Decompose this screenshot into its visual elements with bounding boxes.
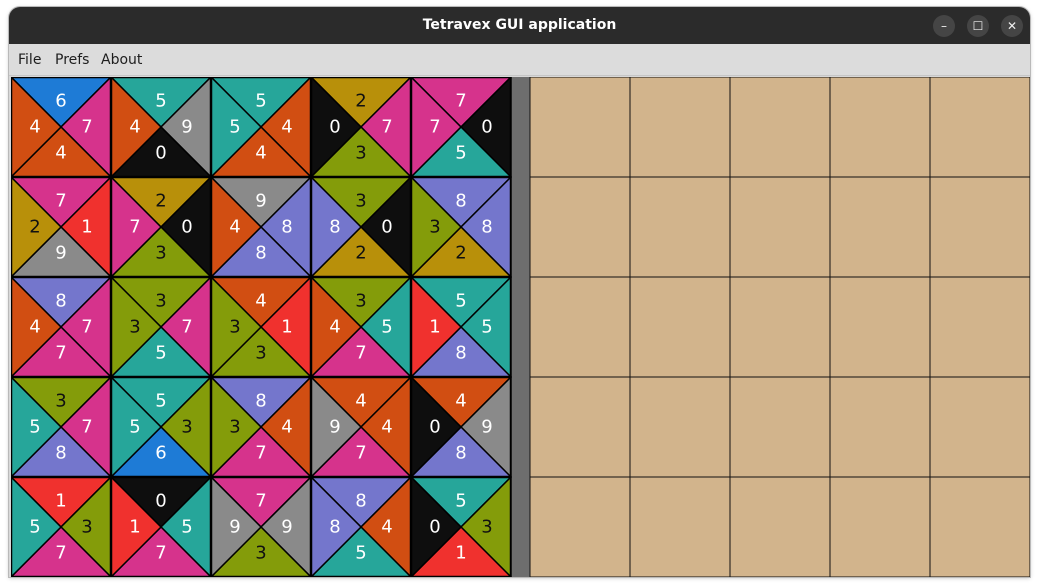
tray-slot[interactable] [830, 77, 930, 177]
puzzle-tile-r2-c4[interactable] [310, 176, 412, 278]
puzzle-tile-r5-c3[interactable] [210, 476, 312, 577]
tray-slot[interactable] [630, 477, 730, 577]
tray-slot[interactable] [930, 177, 1030, 277]
window-title: Tetravex GUI application [422, 17, 617, 33]
maximize-icon: ☐ [972, 19, 984, 33]
menu-about[interactable]: About [101, 52, 142, 68]
puzzle-tile-r5-c1[interactable] [11, 476, 112, 577]
tray-slot[interactable] [530, 377, 630, 477]
puzzle-tile-r5-c5[interactable] [410, 476, 512, 577]
puzzle-tile-r3-c1[interactable] [11, 276, 112, 378]
tray-slot[interactable] [930, 277, 1030, 377]
minimize-button[interactable]: – [933, 15, 955, 37]
tray-slot[interactable] [830, 177, 930, 277]
puzzle-tile-r5-c4[interactable] [310, 476, 412, 577]
tray-slot[interactable] [530, 77, 630, 177]
close-icon: ✕ [1006, 19, 1018, 33]
title-bar[interactable]: Tetravex GUI application – ☐ ✕ [9, 7, 1030, 44]
tray-slot[interactable] [630, 177, 730, 277]
tray-slot[interactable] [930, 477, 1030, 577]
puzzle-tile-r1-c3[interactable] [210, 77, 312, 178]
menu-file[interactable]: File [18, 52, 41, 68]
puzzle-tile-r4-c3[interactable] [210, 376, 312, 478]
puzzle-tile-r4-c4[interactable] [310, 376, 412, 478]
tray-slot[interactable] [730, 77, 830, 177]
puzzle-tile-r2-c3[interactable] [210, 176, 312, 278]
tray-slot[interactable] [530, 477, 630, 577]
menu-bar: File Prefs About [9, 44, 1030, 76]
tray-slot[interactable] [830, 277, 930, 377]
menu-prefs[interactable]: Prefs [55, 52, 89, 68]
tray-slot[interactable] [830, 477, 930, 577]
puzzle-tile-r4-c1[interactable] [11, 376, 112, 478]
puzzle-tile-r1-c5[interactable] [410, 77, 512, 178]
tray-slot[interactable] [730, 377, 830, 477]
puzzle-tile-r3-c2[interactable] [110, 276, 212, 378]
tray-slot[interactable] [630, 277, 730, 377]
tray-slot[interactable] [930, 77, 1030, 177]
puzzle-tile-r5-c2[interactable] [110, 476, 212, 577]
puzzle-tile-r4-c5[interactable] [410, 376, 512, 478]
puzzle-tile-r1-c2[interactable] [110, 77, 212, 178]
tray-slot[interactable] [530, 277, 630, 377]
puzzle-tile-r3-c4[interactable] [310, 276, 412, 378]
minimize-icon: – [941, 19, 947, 33]
puzzle-tile-r4-c2[interactable] [110, 376, 212, 478]
puzzle-tile-r1-c4[interactable] [310, 77, 412, 178]
maximize-button[interactable]: ☐ [967, 15, 989, 37]
board-canvas: 6744590454452730705771922037988430288823… [11, 77, 1030, 577]
puzzle-tile-r1-c1[interactable] [11, 77, 112, 178]
game-board: 6744590454452730705771922037988430288823… [11, 77, 1030, 577]
puzzle-tile-r3-c3[interactable] [210, 276, 312, 378]
tray-slot[interactable] [830, 377, 930, 477]
tray-slot[interactable] [630, 377, 730, 477]
puzzle-tile-r2-c2[interactable] [110, 176, 212, 278]
tray-slot[interactable] [630, 77, 730, 177]
puzzle-tile-r2-c5[interactable] [410, 176, 512, 278]
tray-slot[interactable] [730, 477, 830, 577]
puzzle-tile-r2-c1[interactable] [11, 176, 112, 278]
tray-slot[interactable] [930, 377, 1030, 477]
tray-slot[interactable] [730, 277, 830, 377]
tray-slot[interactable] [530, 177, 630, 277]
tray-slot[interactable] [730, 177, 830, 277]
close-button[interactable]: ✕ [1001, 15, 1023, 37]
puzzle-tile-r3-c5[interactable] [410, 276, 512, 378]
